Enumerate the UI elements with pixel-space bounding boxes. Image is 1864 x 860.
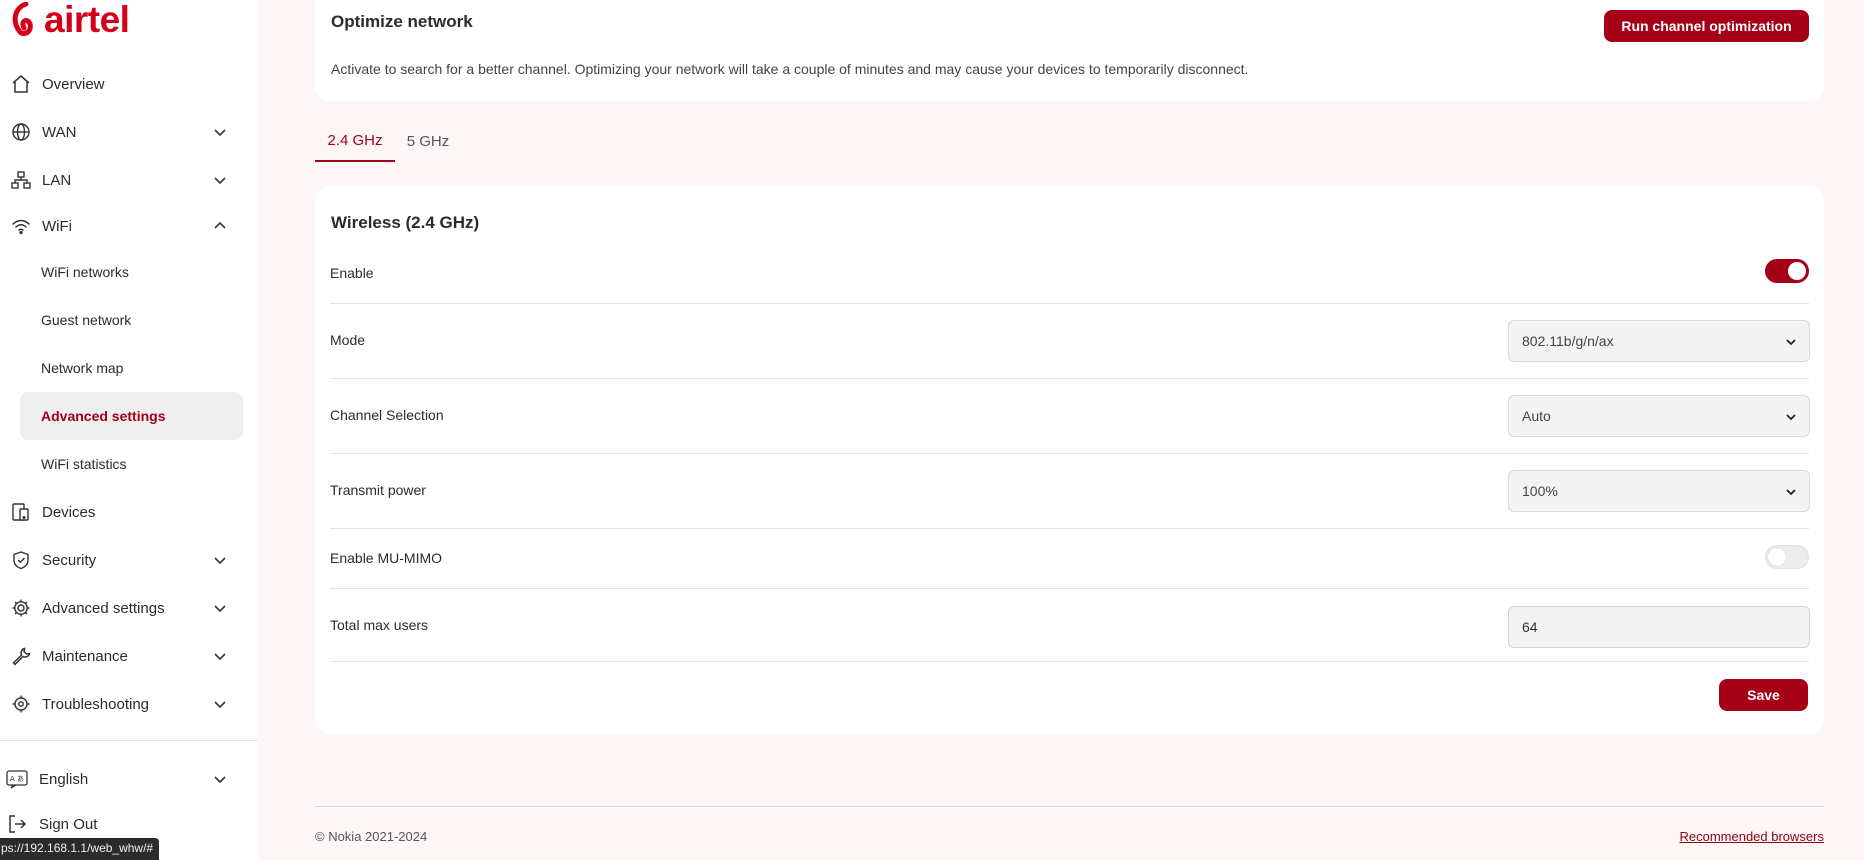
sidebar-item-devices[interactable]: Devices: [0, 488, 258, 536]
optimize-description: Activate to search for a better channel.…: [331, 61, 1249, 77]
channel-selection-label: Channel Selection: [330, 407, 444, 423]
sidebar-subitem-wifi-statistics[interactable]: WiFi statistics: [20, 440, 243, 488]
sidebar-subitem-label: Guest network: [41, 312, 132, 328]
toggle-knob: [1768, 548, 1786, 566]
transmit-power-select[interactable]: 100%: [1508, 470, 1810, 512]
sidebar-subitem-label: Advanced settings: [41, 408, 166, 424]
lan-icon: [10, 169, 32, 191]
sidebar-item-troubleshooting[interactable]: Troubleshooting: [0, 680, 258, 728]
sidebar-item-maintenance[interactable]: Maintenance: [0, 632, 258, 680]
sidebar-item-label: WiFi: [42, 217, 72, 235]
row-divider: [330, 661, 1809, 662]
home-icon: [10, 73, 32, 95]
tab-5-ghz[interactable]: 5 GHz: [400, 120, 456, 162]
language-selector[interactable]: Aあ English: [0, 755, 258, 803]
total-max-users-input[interactable]: [1508, 606, 1810, 648]
sidebar-item-overview[interactable]: Overview: [0, 60, 258, 108]
enable-label: Enable: [330, 265, 374, 281]
status-url-tooltip: ps://192.168.1.1/web_whw/#: [0, 838, 160, 860]
row-divider: [330, 528, 1809, 529]
mu-mimo-label: Enable MU-MIMO: [330, 550, 443, 566]
transmit-power-label: Transmit power: [330, 482, 426, 498]
sidebar-item-wifi[interactable]: WiFi: [0, 202, 258, 250]
total-max-users-label: Total max users: [330, 617, 429, 633]
sidebar-subitem-advanced-settings[interactable]: Advanced settings: [20, 392, 243, 440]
sidebar-item-wan[interactable]: WAN: [0, 108, 258, 156]
chevron-down-icon: [214, 653, 226, 661]
translate-icon: Aあ: [6, 768, 28, 790]
sidebar-item-lan[interactable]: LAN: [0, 156, 258, 204]
language-label: English: [39, 770, 89, 788]
chevron-down-icon: [214, 129, 226, 137]
logo-text: airtel: [44, 0, 130, 40]
chevron-down-icon: [214, 701, 226, 709]
sidebar-item-label: Security: [42, 551, 97, 569]
row-divider: [330, 588, 1809, 589]
wireless-title: Wireless (2.4 GHz): [331, 213, 480, 232]
devices-icon: [10, 501, 32, 523]
recommended-browsers-link[interactable]: Recommended browsers: [1679, 829, 1824, 844]
shield-icon: [10, 549, 32, 571]
sidebar-item-label: Advanced settings: [42, 599, 165, 617]
sidebar-item-advanced-settings[interactable]: Advanced settings: [0, 584, 258, 632]
sidebar-subitem-label: Network map: [41, 360, 124, 376]
row-divider: [330, 453, 1809, 454]
airtel-logo[interactable]: airtel: [10, 0, 130, 40]
channel-selection-select[interactable]: Auto: [1508, 395, 1810, 437]
row-divider: [330, 303, 1809, 304]
wifi-icon: [10, 215, 32, 237]
mode-value: 802.11b/g/n/ax: [1522, 333, 1614, 349]
sidebar-item-label: Troubleshooting: [42, 695, 150, 713]
sidebar-item-label: WAN: [42, 123, 77, 141]
chevron-down-icon: [1786, 489, 1796, 496]
sidebar-item-label: Devices: [42, 503, 96, 521]
chevron-down-icon: [1786, 339, 1796, 346]
gear-icon: [10, 597, 32, 619]
wrench-icon: [10, 645, 32, 667]
sign-out-label: Sign Out: [39, 815, 98, 833]
footer-divider: [315, 806, 1824, 807]
mu-mimo-toggle[interactable]: [1765, 545, 1809, 569]
footer-copyright: © Nokia 2021-2024: [315, 829, 428, 844]
row-divider: [330, 378, 1809, 379]
logout-icon: [6, 813, 28, 835]
channel-selection-value: Auto: [1522, 408, 1551, 424]
sidebar-subitem-wifi-networks[interactable]: WiFi networks: [20, 248, 243, 296]
crosshair-icon: [10, 693, 32, 715]
sidebar-subitem-label: WiFi statistics: [41, 456, 127, 472]
chevron-down-icon: [214, 177, 226, 185]
mode-label: Mode: [330, 332, 366, 348]
mode-select[interactable]: 802.11b/g/n/ax: [1508, 320, 1810, 362]
sidebar-item-security[interactable]: Security: [0, 536, 258, 584]
sidebar-subitem-network-map[interactable]: Network map: [20, 344, 243, 392]
sidebar-item-label: LAN: [42, 171, 72, 189]
optimize-network-card: Optimize network Run channel optimizatio…: [315, 0, 1824, 101]
sidebar-subitem-guest-network[interactable]: Guest network: [20, 296, 243, 344]
run-channel-optimization-button[interactable]: Run channel optimization: [1604, 10, 1809, 42]
sidebar-item-label: Maintenance: [42, 647, 128, 665]
airtel-swoosh-icon: [12, 2, 33, 37]
wireless-settings-card: Wireless (2.4 GHz) Enable Mode 802.11b/g…: [315, 186, 1824, 734]
sidebar: airtel Overview WAN LAN WiFi WiFi networ…: [0, 0, 258, 860]
globe-icon: [10, 121, 32, 143]
chevron-down-icon: [214, 776, 226, 784]
save-button[interactable]: Save: [1719, 679, 1808, 711]
toggle-knob: [1788, 262, 1806, 280]
chevron-down-icon: [1786, 414, 1796, 421]
svg-text:A: A: [10, 775, 15, 783]
transmit-power-value: 100%: [1522, 483, 1558, 499]
chevron-up-icon: [214, 221, 226, 229]
optimize-title: Optimize network: [331, 12, 473, 31]
sidebar-item-label: Overview: [42, 75, 105, 93]
tab-2-4-ghz[interactable]: 2.4 GHz: [315, 120, 395, 162]
sidebar-divider: [0, 740, 258, 741]
sidebar-subitem-label: WiFi networks: [41, 264, 129, 280]
chevron-down-icon: [214, 557, 226, 565]
svg-text:あ: あ: [17, 775, 24, 783]
chevron-down-icon: [214, 605, 226, 613]
enable-toggle[interactable]: [1765, 259, 1809, 283]
